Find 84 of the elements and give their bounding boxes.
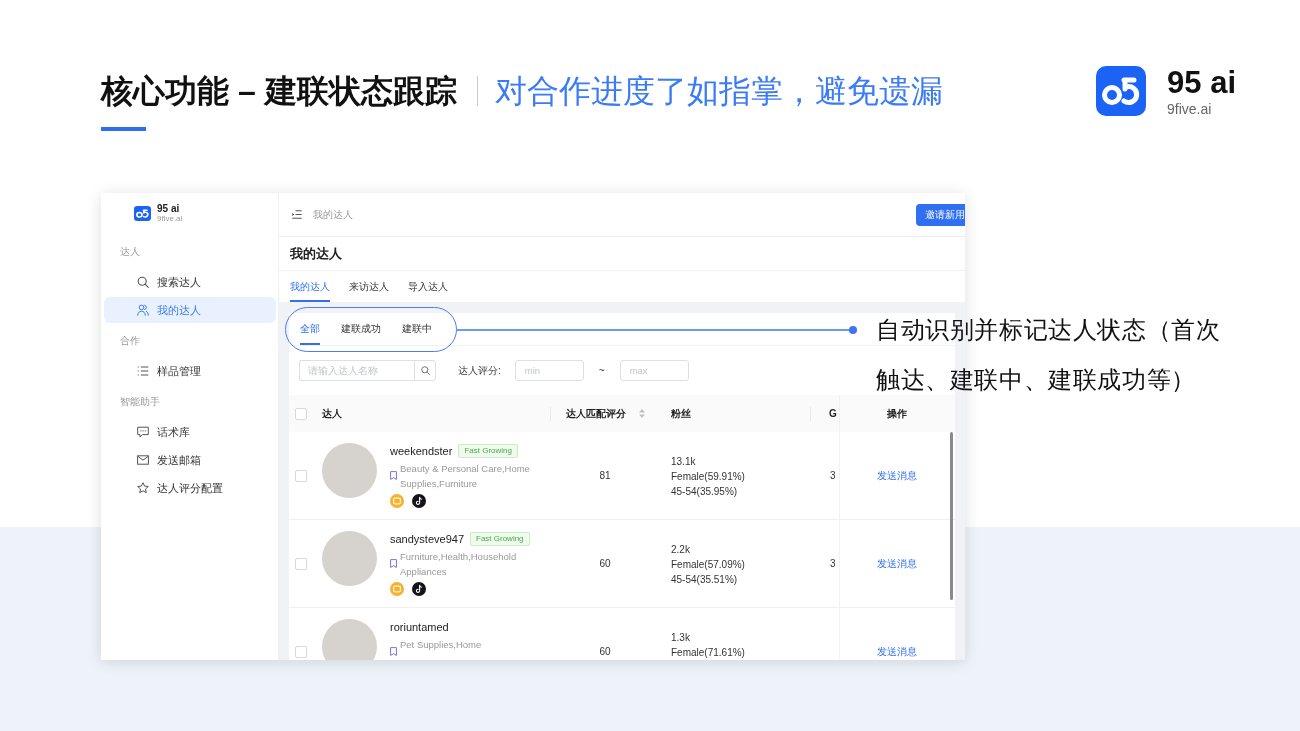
column-header: G: [829, 408, 837, 419]
sidebar-section-label: 合作: [119, 334, 140, 348]
search-icon: [137, 276, 149, 288]
row-checkbox[interactable]: [295, 557, 307, 570]
music-note-icon: [412, 493, 426, 508]
header-checkbox[interactable]: [295, 407, 307, 420]
tab[interactable]: 来访达人: [349, 271, 389, 302]
brand-name: 95 ai: [1167, 66, 1236, 100]
range-separator: ~: [598, 365, 605, 376]
search-button[interactable]: [414, 360, 436, 381]
screen-icon: [390, 581, 404, 596]
status-tab[interactable]: 建联成功: [341, 313, 381, 345]
slide-subtitle: 对合作进度了如指掌，避免遗漏: [494, 72, 943, 111]
sidebar-item[interactable]: 发送邮箱: [104, 447, 276, 473]
follower-count: 1.3k: [671, 631, 690, 645]
tab[interactable]: 导入达人: [408, 271, 448, 302]
follower-count: 2.2k: [671, 543, 690, 557]
brand-domain: 9five.ai: [1167, 101, 1212, 117]
search-icon: [420, 366, 430, 375]
status-tab[interactable]: 全部: [300, 313, 320, 345]
logo-icon: [1096, 66, 1147, 116]
table-cell: 3: [830, 470, 836, 481]
growth-tag: Fast Growing: [470, 532, 530, 546]
growth-tag: Fast Growing: [458, 444, 518, 458]
accent-bar: [101, 127, 146, 131]
sidebar-item[interactable]: 我的达人: [104, 297, 276, 323]
sidebar-section-label: 达人: [119, 245, 140, 259]
category-text: Beauty & Personal Care,Home Supplies,Furniture: [400, 461, 531, 491]
send-message-link[interactable]: 发送消息: [877, 644, 917, 659]
invite-button[interactable]: 邀请新用: [916, 203, 965, 226]
audience-stat: 45-54(35.95%): [671, 485, 738, 499]
audience-stat: 45-54(35.51%): [671, 573, 738, 587]
bookmark-icon[interactable]: [390, 558, 397, 568]
mail-icon: [137, 454, 149, 466]
star-icon: [137, 482, 149, 494]
score-value: 81: [599, 470, 611, 481]
sidebar-brand-domain: 9five.ai: [157, 214, 183, 223]
list-icon: [137, 365, 149, 377]
bookmark-icon[interactable]: [390, 646, 397, 656]
creator-name: roriuntamed: [390, 621, 449, 633]
logo-icon: [134, 205, 151, 221]
annotation-text: 自动识别并标记达人状态（首次触达、建联中、建联成功等）: [876, 315, 1222, 395]
send-message-link[interactable]: 发送消息: [877, 556, 917, 571]
sidebar-item[interactable]: 达人评分配置: [104, 475, 276, 501]
score-value: 60: [599, 646, 611, 657]
bookmark-icon[interactable]: [390, 470, 397, 480]
creator-name: weekendster: [390, 445, 453, 457]
sidebar-brand-name: 95 ai: [157, 203, 180, 214]
category-text: Pet Supplies,Home: [400, 637, 483, 652]
people-icon: [137, 304, 149, 316]
table-cell: 3: [830, 558, 836, 569]
column-header: 达人: [322, 406, 342, 421]
avatar-placeholder: [322, 443, 377, 498]
row-checkbox[interactable]: [295, 469, 307, 482]
slide-title: 核心功能 – 建联状态跟踪: [101, 72, 457, 111]
row-checkbox[interactable]: [295, 645, 307, 658]
sidebar-section-label: 智能助手: [119, 395, 160, 409]
audience-stat: Female(59.91%): [671, 470, 745, 484]
page-title: 我的达人: [290, 245, 342, 263]
breadcrumb: 我的达人: [313, 207, 353, 222]
column-header: 操作: [887, 406, 907, 421]
sidebar-item[interactable]: 搜索达人: [104, 269, 276, 295]
follower-count: 13.1k: [671, 455, 696, 469]
creator-name: sandysteve947: [390, 533, 464, 545]
column-header: 粉丝: [671, 406, 691, 421]
music-note-icon: [412, 581, 426, 596]
category-text: Furniture,Health,Household Appliances: [400, 549, 518, 579]
max-field[interactable]: max: [619, 360, 689, 381]
audience-stat: Female(71.61%): [671, 646, 745, 660]
avatar-placeholder: [322, 619, 377, 660]
audience-stat: Female(57.09%): [671, 558, 745, 572]
sidebar-item[interactable]: 话术库: [104, 419, 276, 445]
sidebar-item[interactable]: 样品管理: [104, 358, 276, 384]
avatar-placeholder: [322, 531, 377, 586]
status-tab[interactable]: 建联中: [402, 313, 432, 345]
score-label: 达人评分:: [458, 363, 501, 378]
screen-icon: [390, 493, 404, 508]
column-header: 达人匹配评分: [565, 406, 626, 421]
score-value: 60: [599, 558, 611, 569]
scrollbar-thumb[interactable]: [950, 432, 953, 600]
sort-icon[interactable]: [638, 409, 645, 418]
menu-icon[interactable]: [292, 210, 302, 219]
chat-icon: [137, 426, 149, 438]
send-message-link[interactable]: 发送消息: [877, 468, 917, 483]
